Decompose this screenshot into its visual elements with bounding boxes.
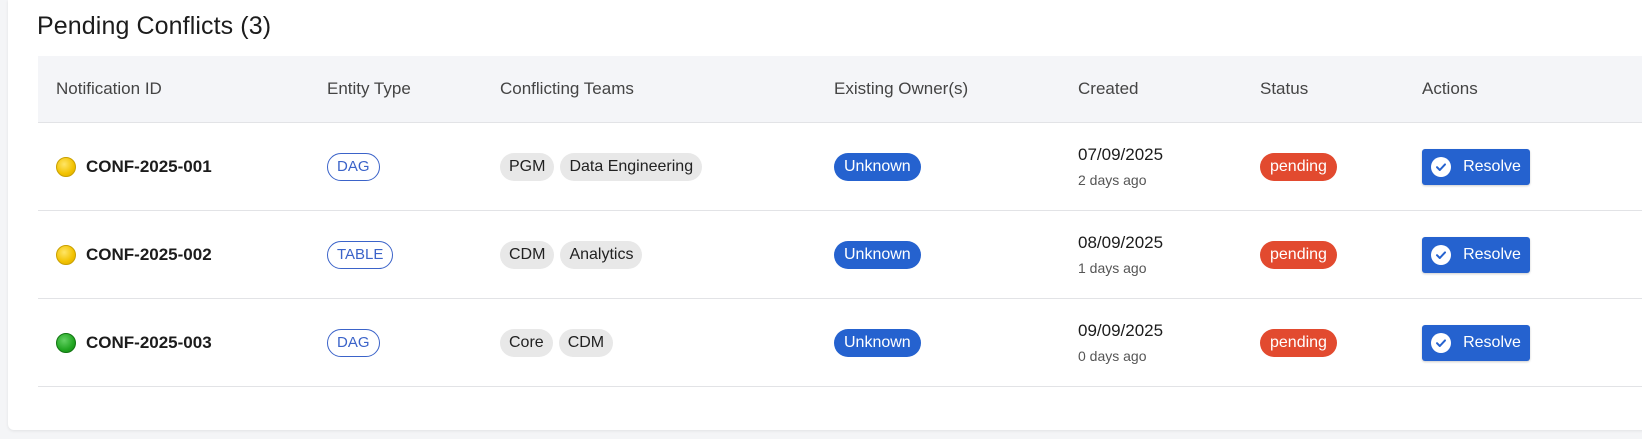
status-indicator-yellow-icon [56, 156, 76, 177]
table-row: CONF-2025-001 DAG PGM Data Engineering U… [38, 123, 1642, 211]
check-circle-icon [1431, 244, 1452, 265]
check-circle-icon [1431, 332, 1452, 353]
owner-cell: Unknown [834, 123, 921, 210]
created-date: 09/09/2025 [1078, 321, 1164, 340]
notification-id: CONF-2025-003 [86, 332, 212, 352]
resolve-button-label: Resolve [1463, 157, 1521, 175]
notification-id: CONF-2025-001 [86, 156, 212, 176]
team-chip: Data Engineering [560, 152, 703, 181]
actions-cell: Resolve [1422, 299, 1530, 386]
entity-type-chip: DAG [327, 328, 380, 357]
entity-type-chip: DAG [327, 152, 380, 181]
resolve-button[interactable]: Resolve [1422, 148, 1530, 185]
team-chip: CDM [558, 328, 614, 357]
entity-type-cell: TABLE [327, 211, 394, 298]
owner-chip: Unknown [834, 328, 921, 357]
notification-id-cell: CONF-2025-001 [56, 123, 212, 210]
table-row: CONF-2025-002 TABLE CDM Analytics Unknow… [38, 211, 1642, 299]
owner-chip: Unknown [834, 240, 921, 269]
resolve-button[interactable]: Resolve [1422, 236, 1530, 273]
status-badge: pending [1260, 240, 1337, 269]
header-created: Created [1078, 79, 1139, 98]
resolve-button[interactable]: Resolve [1422, 324, 1530, 361]
header-notification-id: Notification ID [56, 79, 162, 98]
conflicts-table: Notification ID Entity Type Conflicting … [38, 56, 1642, 387]
resolve-button-label: Resolve [1463, 245, 1521, 263]
teams-cell: Core CDM [500, 299, 619, 386]
header-conflicting-teams: Conflicting Teams [500, 79, 634, 98]
status-cell: pending [1260, 211, 1337, 298]
table-header: Notification ID Entity Type Conflicting … [38, 56, 1642, 123]
section-title: Pending Conflicts (3) [37, 12, 272, 40]
status-indicator-green-icon [56, 332, 76, 353]
created-cell: 07/09/2025 2 days ago [1078, 123, 1163, 210]
notification-id: CONF-2025-002 [86, 244, 212, 264]
created-relative: 2 days ago [1078, 172, 1147, 188]
created-cell: 09/09/2025 0 days ago [1078, 299, 1163, 386]
actions-cell: Resolve [1422, 211, 1530, 298]
owner-cell: Unknown [834, 211, 921, 298]
teams-cell: PGM Data Engineering [500, 123, 708, 210]
entity-type-cell: DAG [327, 123, 380, 210]
teams-cell: CDM Analytics [500, 211, 648, 298]
owner-chip: Unknown [834, 152, 921, 181]
actions-cell: Resolve [1422, 123, 1530, 210]
header-status: Status [1260, 79, 1309, 98]
team-chip: PGM [500, 152, 555, 181]
team-chip: Analytics [560, 240, 643, 269]
created-date: 08/09/2025 [1078, 233, 1164, 252]
status-cell: pending [1260, 123, 1337, 210]
status-indicator-yellow-icon [56, 244, 76, 265]
team-chip: CDM [500, 240, 555, 269]
created-relative: 0 days ago [1078, 348, 1147, 364]
created-date: 07/09/2025 [1078, 145, 1164, 164]
team-chip: Core [500, 328, 553, 357]
check-circle-icon [1431, 156, 1452, 177]
created-cell: 08/09/2025 1 days ago [1078, 211, 1163, 298]
notification-id-cell: CONF-2025-003 [56, 299, 212, 386]
header-actions: Actions [1422, 79, 1478, 98]
notification-id-cell: CONF-2025-002 [56, 211, 212, 298]
header-existing-owners: Existing Owner(s) [834, 79, 969, 98]
status-badge: pending [1260, 328, 1337, 357]
created-relative: 1 days ago [1078, 260, 1147, 276]
resolve-button-label: Resolve [1463, 333, 1521, 351]
status-cell: pending [1260, 299, 1337, 386]
header-entity-type: Entity Type [327, 79, 411, 98]
status-badge: pending [1260, 152, 1337, 181]
table-row: CONF-2025-003 DAG Core CDM Unknown 09/09… [38, 299, 1642, 387]
entity-type-cell: DAG [327, 299, 380, 386]
owner-cell: Unknown [834, 299, 921, 386]
pending-conflicts-card: Pending Conflicts (3) Notification ID En… [8, 0, 1642, 430]
entity-type-chip: TABLE [327, 240, 394, 269]
